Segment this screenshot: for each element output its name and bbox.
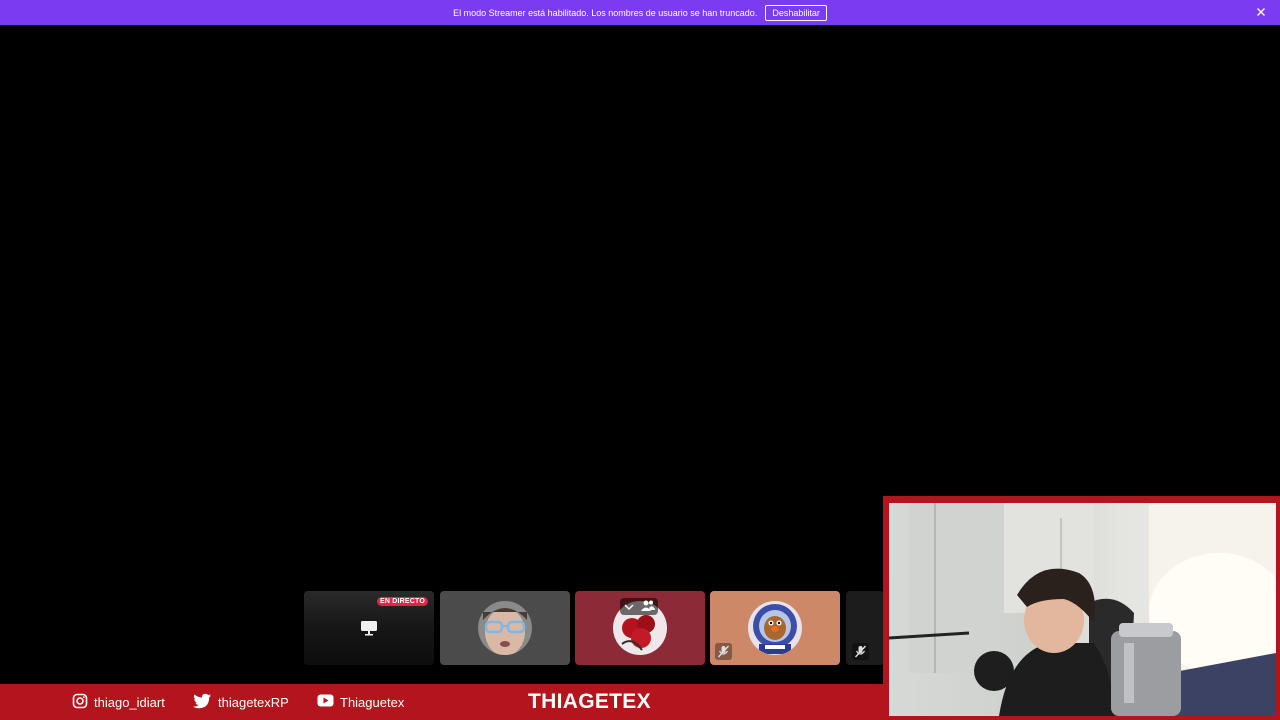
disable-streamer-mode-button[interactable]: Deshabilitar [765,4,827,21]
twitter-handle: thiagetexRP [218,694,289,710]
twitter-icon [192,693,218,712]
chevron-down-icon[interactable] [623,598,634,616]
twitter-social: thiagetexRP [192,684,289,720]
screen-share-tile[interactable]: EN DIRECTO [304,591,434,665]
potato-astronaut-avatar [747,600,803,656]
close-icon[interactable] [1254,5,1268,19]
monitor-icon [360,620,378,641]
instagram-social: thiago_idiart [72,684,165,720]
mic-muted-icon [852,643,869,660]
instagram-handle: thiago_idiart [94,694,165,710]
webcam-feed [889,503,1276,716]
streamer-mode-banner: El modo Streamer está habilitado. Los no… [0,0,1280,25]
tile-controls [620,598,658,615]
stream-overlay-bar: thiago_idiart thiagetexRP Thiaguetex THI… [0,684,884,720]
participant-tile[interactable] [440,591,570,665]
child-avatar [477,600,533,656]
channel-brand: THIAGETEX [528,690,651,713]
participant-tile[interactable] [710,591,840,665]
participant-tile[interactable] [575,591,705,665]
youtube-social: Thiaguetex [317,684,404,720]
streamer-mode-message: El modo Streamer está habilitado. Los no… [453,7,758,18]
participant-tile[interactable] [846,591,884,665]
instagram-icon [72,693,94,712]
live-badge: EN DIRECTO [376,597,428,606]
people-icon[interactable] [640,598,655,616]
youtube-handle: Thiaguetex [340,694,405,710]
youtube-icon [317,694,340,710]
mic-muted-icon [715,643,732,660]
